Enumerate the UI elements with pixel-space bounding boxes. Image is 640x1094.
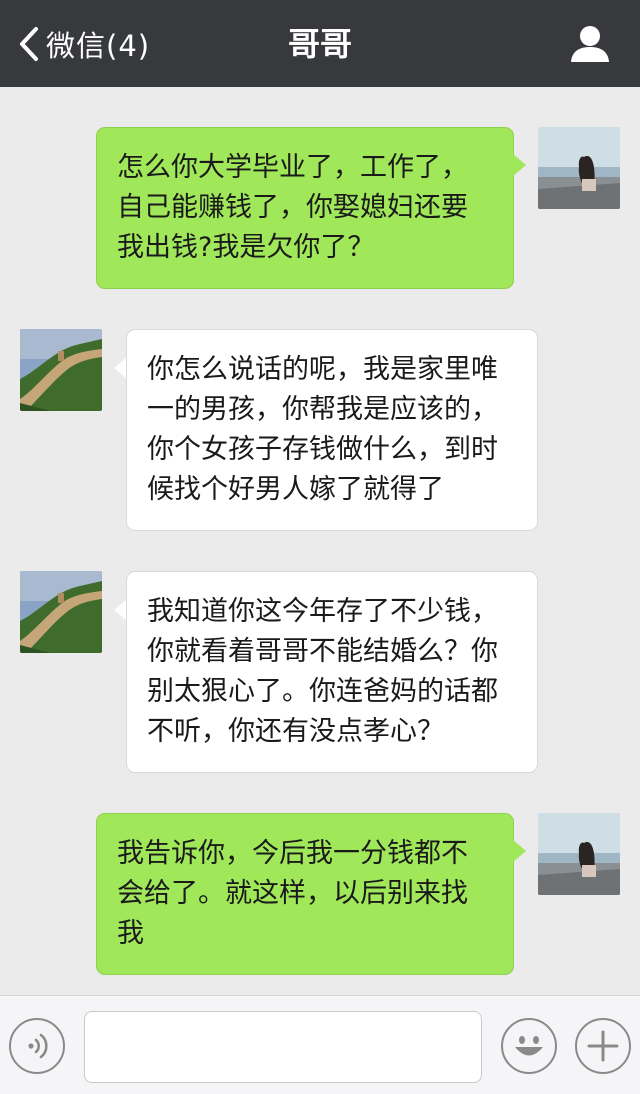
navbar: 微信(4) 哥哥 bbox=[0, 0, 640, 87]
voice-icon bbox=[28, 1033, 48, 1059]
message-bubble: 你怎么说话的呢，我是家里唯 一的男孩，你帮我是应该的， 你个女孩子存钱做什么，到… bbox=[126, 329, 538, 531]
contact-avatar[interactable] bbox=[20, 329, 102, 411]
back-button[interactable]: 微信(4) bbox=[18, 22, 150, 66]
message-bubble: 我告诉你，今后我一分钱都不 会给了。就这样，以后别来找 我 bbox=[96, 813, 514, 975]
chevron-left-icon bbox=[20, 27, 38, 61]
contact-avatar[interactable] bbox=[20, 571, 102, 653]
message-bubble: 怎么你大学毕业了，工作了， 自己能赚钱了，你娶媳妇还要 我出钱?我是欠你了？ bbox=[96, 127, 514, 289]
chat-area: 怎么你大学毕业了，工作了， 自己能赚钱了，你娶媳妇还要 我出钱?我是欠你了？ 你… bbox=[0, 87, 640, 995]
bubble-tail bbox=[513, 840, 526, 862]
back-label: 微信(4) bbox=[46, 29, 151, 63]
plus-icon bbox=[587, 1030, 619, 1062]
self-avatar[interactable] bbox=[538, 813, 620, 895]
message-input[interactable] bbox=[84, 1011, 482, 1083]
bubble-tail bbox=[513, 154, 526, 176]
self-avatar[interactable] bbox=[538, 127, 620, 209]
input-bar bbox=[0, 995, 640, 1094]
profile-button[interactable] bbox=[568, 22, 612, 66]
more-button[interactable] bbox=[575, 1018, 631, 1074]
smiley-icon bbox=[515, 1036, 543, 1056]
emoji-button[interactable] bbox=[501, 1018, 557, 1074]
person-icon bbox=[571, 26, 609, 62]
voice-button[interactable] bbox=[9, 1018, 65, 1074]
message-bubble: 我知道你这今年存了不少钱， 你就看着哥哥不能结婚么？你 别太狠心了。你连爸妈的话… bbox=[126, 571, 538, 773]
